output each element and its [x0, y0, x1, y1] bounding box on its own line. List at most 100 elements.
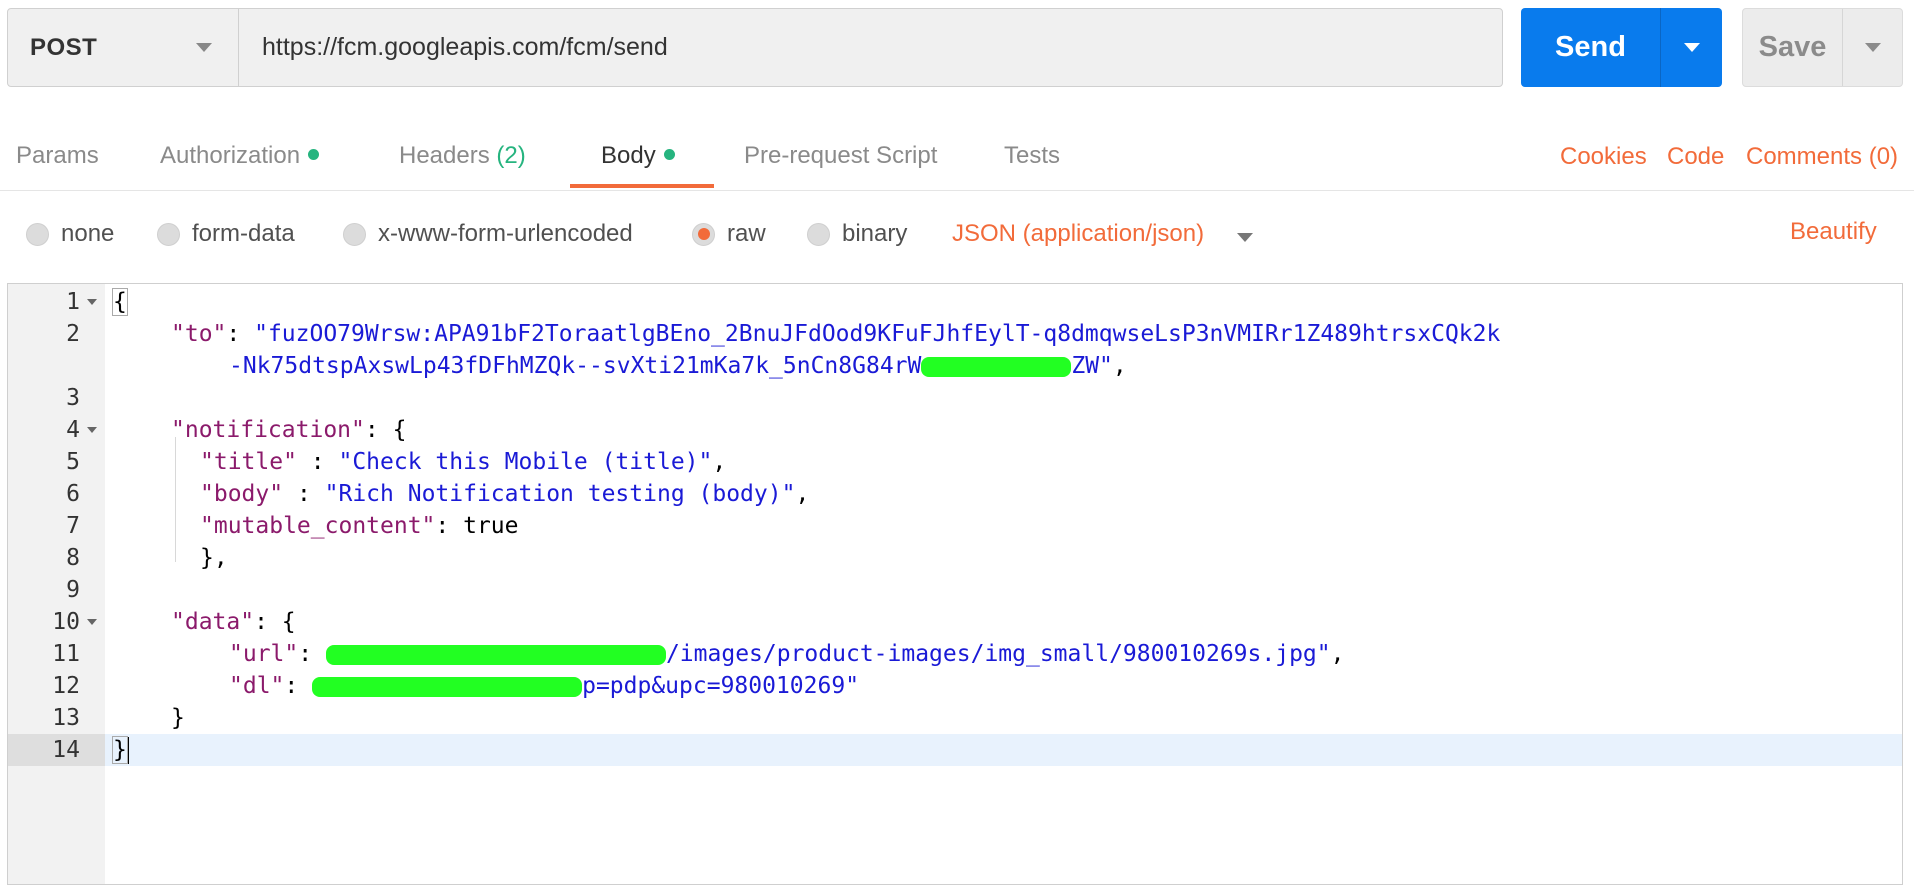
radio-binary[interactable]: binary — [807, 220, 907, 248]
tab-pre-request-script[interactable]: Pre-request Script — [744, 142, 937, 202]
tab-params[interactable]: Params — [16, 142, 99, 202]
radio-circle[interactable] — [26, 222, 49, 246]
json-key: "mutable_content" — [200, 513, 436, 539]
save-dropdown-button[interactable] — [1843, 9, 1902, 86]
tab-count-badge: (2) — [496, 142, 526, 169]
tab-label: Body — [601, 142, 656, 169]
radio-circle-checked[interactable] — [692, 222, 715, 246]
editor-line: 1 { — [8, 286, 1902, 318]
radio-urlencoded[interactable]: x-www-form-urlencoded — [343, 220, 633, 248]
editor-line: 8 }, — [8, 542, 1902, 574]
tab-label: Authorization — [160, 142, 301, 169]
radio-none[interactable]: none — [26, 220, 114, 248]
json-string: "fuzOO79Wrsw:APA91bF2ToraatlgBEno_2BnuJF… — [254, 321, 1501, 347]
fold-arrow-icon[interactable] — [87, 619, 97, 625]
code-editor[interactable]: 1 { 2 "to": "fuzOO79Wrsw:APA91bF2Toraatl… — [7, 283, 1903, 885]
send-button[interactable]: Send — [1521, 8, 1661, 87]
json-key: "title" — [200, 449, 297, 475]
radio-raw[interactable]: raw — [692, 220, 766, 248]
status-dot-icon — [663, 149, 675, 161]
json-key: "dl" — [229, 673, 285, 699]
tab-label: Tests — [1004, 142, 1061, 169]
radio-label: raw — [727, 220, 766, 247]
radio-label: binary — [842, 220, 908, 247]
beautify-button[interactable]: Beautify — [1790, 218, 1877, 246]
fold-arrow-icon[interactable] — [87, 427, 97, 433]
json-key: "to" — [171, 321, 227, 347]
tab-tests[interactable]: Tests — [1004, 142, 1060, 202]
method-select[interactable]: POST — [8, 9, 239, 86]
json-string: p=pdp&upc=980010269" — [582, 673, 860, 699]
text-cursor — [126, 737, 129, 764]
radio-label: x-www-form-urlencoded — [378, 220, 633, 247]
redaction-mark — [325, 644, 666, 665]
line-number: 6 — [66, 481, 80, 507]
redaction-mark — [312, 676, 583, 697]
brace-close: } — [112, 736, 128, 764]
editor-line-active: 14 } — [8, 734, 1902, 766]
line-number: 9 — [66, 577, 80, 603]
method-label: POST — [30, 33, 98, 61]
send-button-group: Send — [1521, 8, 1722, 87]
editor-line: 2 "to": "fuzOO79Wrsw:APA91bF2ToraatlgBEn… — [8, 318, 1902, 350]
json-key: "data" — [171, 609, 255, 635]
content-type-select[interactable]: JSON (application/json) — [952, 220, 1204, 248]
json-key: "body" — [200, 481, 284, 507]
json-string: "Rich Notification testing (body)" — [324, 481, 796, 507]
line-number: 12 — [52, 673, 80, 699]
json-key: "notification" — [171, 417, 365, 443]
status-dot-icon — [308, 149, 320, 161]
editor-line: 7 "mutable_content": true — [8, 510, 1902, 542]
content-type-dropdown[interactable] — [1237, 229, 1253, 247]
editor-line: 4 "notification": { — [8, 414, 1902, 446]
brace-open: { — [112, 288, 128, 316]
json-string: ZW" — [1071, 353, 1113, 379]
save-button-group: Save — [1742, 8, 1903, 87]
json-string: -Nk75dtspAxswLp43fDFhMZQk--svXti21mKa7k_… — [229, 353, 922, 379]
comments-link[interactable]: Comments (0) — [1746, 143, 1898, 171]
editor-line: 3 — [8, 382, 1902, 414]
chevron-down-icon — [1864, 43, 1881, 52]
radio-form-data[interactable]: form-data — [157, 220, 295, 248]
line-number: 10 — [52, 609, 80, 635]
radio-circle[interactable] — [807, 222, 830, 246]
line-number: 5 — [66, 449, 80, 475]
chevron-down-icon — [1683, 43, 1700, 52]
json-string: /images/product-images/img_small/9800102… — [665, 641, 1331, 667]
send-dropdown-button[interactable] — [1661, 8, 1722, 87]
line-number: 8 — [66, 545, 80, 571]
chevron-down-icon — [1237, 233, 1253, 242]
editor-line: 10 "data": { — [8, 606, 1902, 638]
line-number: 11 — [52, 641, 80, 667]
radio-label: none — [61, 220, 115, 247]
tab-body[interactable]: Body — [601, 142, 675, 202]
editor-line: 11 "url": /images/product-images/img_sma… — [8, 638, 1902, 670]
editor-line: 12 "dl": p=pdp&upc=980010269" — [8, 670, 1902, 702]
json-string: "Check this Mobile (title)" — [338, 449, 713, 475]
url-input[interactable] — [239, 9, 1502, 86]
json-boolean: true — [463, 513, 519, 539]
editor-line: 9 — [8, 574, 1902, 606]
line-number: 3 — [66, 385, 80, 411]
request-bar: POST — [7, 8, 1503, 87]
tab-headers[interactable]: Headers (2) — [399, 142, 526, 202]
json-key: "url" — [229, 641, 299, 667]
radio-circle[interactable] — [343, 222, 366, 246]
tab-label: Headers — [399, 142, 490, 169]
code-link[interactable]: Code — [1667, 143, 1724, 171]
line-number: 13 — [52, 705, 80, 731]
indent-guide — [175, 437, 176, 562]
radio-circle[interactable] — [157, 222, 180, 246]
redaction-mark — [921, 356, 1072, 377]
line-number: 4 — [66, 417, 80, 443]
cookies-link[interactable]: Cookies — [1560, 143, 1647, 171]
editor-line: 5 "title" : "Check this Mobile (title)", — [8, 446, 1902, 478]
fold-arrow-icon[interactable] — [87, 299, 97, 305]
line-number: 1 — [66, 289, 80, 315]
tab-authorization[interactable]: Authorization — [160, 142, 320, 202]
editor-line: 6 "body" : "Rich Notification testing (b… — [8, 478, 1902, 510]
radio-label: form-data — [192, 220, 295, 247]
save-button[interactable]: Save — [1743, 9, 1843, 86]
tabs-divider — [0, 190, 1914, 191]
tab-label: Params — [16, 142, 99, 169]
